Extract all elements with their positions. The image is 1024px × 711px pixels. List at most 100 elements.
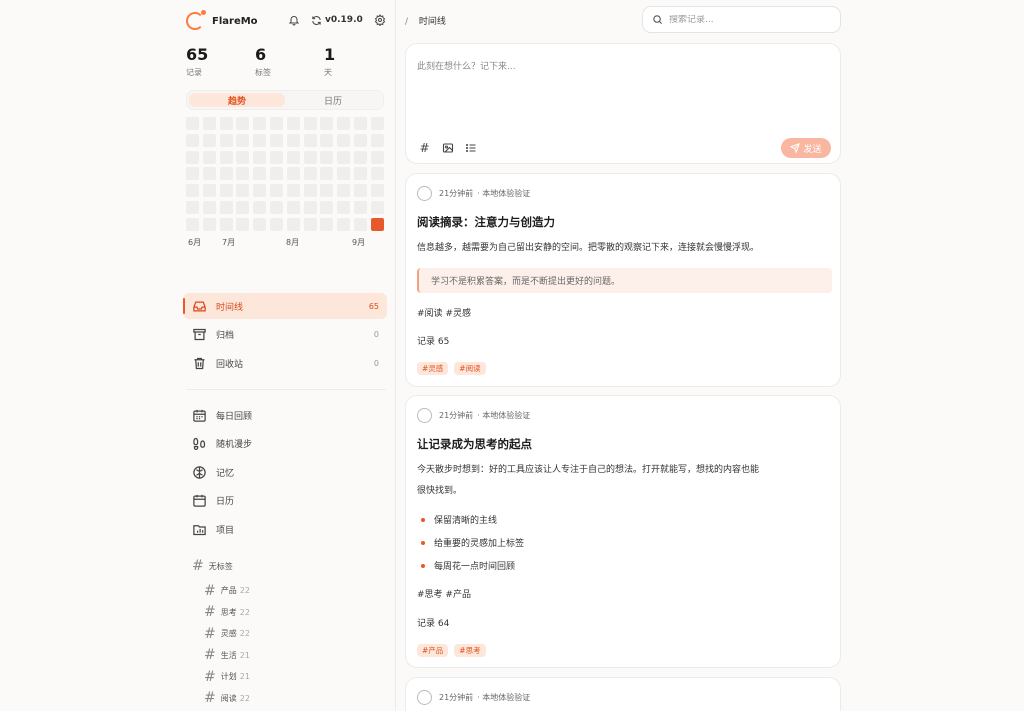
heatmap-cell[interactable] — [219, 133, 233, 147]
heatmap-cell[interactable] — [186, 200, 199, 214]
heatmap-cell[interactable] — [202, 133, 216, 147]
tag-item[interactable]: # 计划 21 — [192, 666, 250, 688]
heatmap-cell[interactable] — [269, 117, 283, 130]
search-input[interactable] — [669, 14, 829, 25]
heatmap-cell[interactable] — [353, 117, 367, 130]
complete-checkbox[interactable] — [417, 690, 432, 705]
tab-trend[interactable]: 趋势 — [189, 93, 285, 107]
heatmap-cell[interactable] — [337, 117, 351, 130]
heatmap-cell[interactable] — [353, 184, 367, 198]
heatmap-cell[interactable] — [286, 184, 300, 198]
heatmap-cell[interactable] — [186, 150, 199, 164]
heatmap-cell[interactable] — [202, 167, 216, 181]
heatmap-cell[interactable] — [337, 184, 351, 198]
heatmap-cell[interactable] — [286, 150, 300, 164]
version-sync-button[interactable]: v0.19.0 — [311, 15, 363, 26]
complete-checkbox[interactable] — [417, 408, 432, 423]
tab-calendar[interactable]: 日历 — [285, 93, 381, 107]
heatmap-cell[interactable] — [303, 133, 317, 147]
tag-item-untagged[interactable]: # 无标签 — [192, 558, 250, 574]
heatmap-cell[interactable] — [320, 133, 334, 147]
tag-chip[interactable]: #产品 — [417, 644, 449, 657]
tag-item[interactable]: # 产品 22 — [192, 580, 250, 602]
heatmap-cell[interactable] — [337, 217, 351, 231]
heatmap-cell[interactable] — [186, 117, 199, 130]
heatmap-cell[interactable] — [186, 167, 199, 181]
heatmap-cell[interactable] — [370, 150, 384, 164]
heatmap-cell[interactable] — [286, 217, 300, 231]
heatmap-cell[interactable] — [303, 117, 317, 130]
heatmap-cell[interactable] — [236, 184, 250, 198]
composer-input[interactable] — [417, 59, 827, 119]
heatmap-cell[interactable] — [253, 117, 267, 130]
nav-item-timeline[interactable]: 时间线 65 — [183, 293, 387, 319]
heatmap-cell[interactable] — [370, 117, 384, 130]
heatmap-cell[interactable] — [353, 217, 367, 231]
heatmap-cell[interactable] — [186, 184, 199, 198]
nav-item-calendar[interactable]: 日历 — [183, 487, 387, 516]
hashtag-icon[interactable]: # — [418, 141, 431, 155]
gear-icon[interactable] — [373, 13, 387, 27]
heatmap-cell[interactable] — [202, 217, 216, 231]
heatmap-cell[interactable] — [337, 150, 351, 164]
heatmap-cell[interactable] — [219, 117, 233, 130]
heatmap-cell[interactable] — [253, 133, 267, 147]
heatmap-cell[interactable] — [236, 217, 250, 231]
heatmap-cell[interactable] — [253, 167, 267, 181]
memo-card[interactable]: 21分钟前 · 本地体验验证 让记录成为思考的起点 今天散步时想到：好的工具应该… — [405, 395, 841, 668]
heatmap-cell[interactable] — [219, 217, 233, 231]
heatmap-cell[interactable] — [320, 167, 334, 181]
memo-card[interactable]: 21分钟前 · 本地体验验证 — [405, 677, 841, 711]
heatmap-cell[interactable] — [253, 200, 267, 214]
heatmap-cell[interactable] — [370, 200, 384, 214]
heatmap-cell[interactable] — [202, 184, 216, 198]
heatmap-cell[interactable] — [286, 117, 300, 130]
heatmap-cell[interactable] — [269, 150, 283, 164]
heatmap-cell[interactable] — [253, 184, 267, 198]
heatmap-cell[interactable] — [186, 217, 199, 231]
nav-item-random-walk[interactable]: 随机漫步 — [183, 430, 387, 459]
complete-checkbox[interactable] — [417, 186, 432, 201]
heatmap-cell[interactable] — [286, 133, 300, 147]
heatmap-cell[interactable] — [269, 133, 283, 147]
heatmap-cell[interactable] — [353, 133, 367, 147]
heatmap-cell[interactable] — [337, 133, 351, 147]
heatmap-cell[interactable] — [269, 200, 283, 214]
heatmap-cell[interactable] — [286, 167, 300, 181]
tag-item[interactable]: # 思考 22 — [192, 602, 250, 624]
nav-item-archive[interactable]: 归档 0 — [183, 322, 387, 348]
heatmap-cell[interactable] — [236, 133, 250, 147]
heatmap-cell[interactable] — [303, 217, 317, 231]
send-button[interactable]: 发送 — [781, 138, 831, 158]
heatmap-cell[interactable] — [353, 200, 367, 214]
tag-item[interactable]: # 阅读 22 — [192, 688, 250, 710]
heatmap-cell[interactable] — [320, 217, 334, 231]
heatmap-cell[interactable] — [236, 150, 250, 164]
nav-item-projects[interactable]: 项目 — [183, 515, 387, 544]
heatmap-cell[interactable] — [337, 167, 351, 181]
heatmap-cell[interactable] — [236, 200, 250, 214]
tag-item[interactable]: # 生活 21 — [192, 645, 250, 667]
heatmap-cell[interactable] — [320, 200, 334, 214]
heatmap-cell[interactable] — [303, 167, 317, 181]
tag-chip[interactable]: #思考 — [454, 644, 486, 657]
heatmap-cell[interactable] — [286, 200, 300, 214]
heatmap-cell[interactable] — [186, 133, 199, 147]
heatmap-cell[interactable] — [370, 133, 384, 147]
heatmap-cell[interactable] — [202, 150, 216, 164]
heatmap-cell[interactable] — [219, 200, 233, 214]
brand[interactable]: FlareMo — [186, 10, 258, 30]
heatmap-cell[interactable] — [202, 200, 216, 214]
heatmap-cell[interactable] — [370, 217, 384, 231]
heatmap-cell[interactable] — [253, 217, 267, 231]
tag-item[interactable]: # 灵感 22 — [192, 623, 250, 645]
heatmap-cell[interactable] — [353, 150, 367, 164]
bell-icon[interactable] — [287, 13, 301, 27]
heatmap-cell[interactable] — [219, 184, 233, 198]
heatmap-cell[interactable] — [320, 150, 334, 164]
search-box[interactable] — [642, 6, 841, 33]
heatmap-cell[interactable] — [370, 167, 384, 181]
heatmap-cell[interactable] — [236, 167, 250, 181]
heatmap-cell[interactable] — [320, 117, 334, 130]
heatmap-cell[interactable] — [219, 167, 233, 181]
